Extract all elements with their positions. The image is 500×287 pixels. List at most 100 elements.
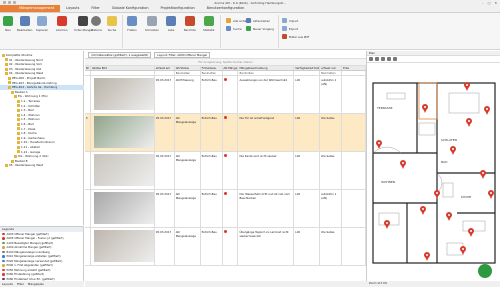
bottom-tab-defect-plan[interactable]: Mängelplan	[28, 282, 44, 286]
table-row[interactable]: 05.03.2017 AN Mangelanzeige Estrich-Bau Der…	[85, 190, 367, 228]
file-cards-button[interactable]: Aktenkarten	[246, 18, 270, 23]
deadlines-button[interactable]: Fristen	[127, 16, 137, 32]
ribbon-search-button[interactable]: Suche	[226, 26, 242, 31]
navigation-control[interactable]	[478, 264, 492, 278]
letters-button[interactable]: Schreiben	[145, 16, 159, 32]
column-header[interactable]: erfasst von	[320, 66, 343, 70]
export-button[interactable]: Export	[282, 26, 298, 31]
cell-by: autobihin 1 (AN)	[320, 76, 343, 113]
cell-firm: Estrich-Bau	[201, 190, 223, 227]
filter-selector[interactable]: Layout: Filter: A000 Offener Mangel	[154, 51, 211, 58]
grid-toolbar: (24 Datensätze (gefiltert); 1 ausgewählt…	[85, 51, 366, 59]
delete-button[interactable]: Löschen	[56, 16, 67, 32]
folder-icon	[8, 85, 11, 89]
folder-icon	[8, 81, 11, 85]
copy-button[interactable]: Kopieren	[36, 16, 48, 32]
status-dot-icon	[223, 116, 227, 119]
floor-plan-drawing: TERRASSE SCHLAFEN BAD WOHNEN KÜCHE	[367, 63, 500, 281]
cell-status: AN Mangelanzeige	[175, 114, 201, 151]
cell-status: AN Mangelanzeige	[175, 228, 201, 265]
column-filter[interactable]: Beinhalten	[320, 71, 343, 75]
status-dot-icon	[2, 255, 5, 258]
cell-firm: Estrich-Bau	[201, 152, 223, 189]
bottom-tab-filter[interactable]: Filter	[17, 282, 24, 286]
defect-photo[interactable]	[93, 78, 154, 110]
table-row[interactable]: 05.03.2017 AN Mangelanzeige Estrich-Bau Übe…	[85, 228, 367, 266]
pan-icon[interactable]	[381, 57, 385, 61]
column-filter[interactable]	[342, 71, 367, 75]
plus-icon	[3, 16, 13, 26]
file-tab[interactable]	[0, 5, 14, 12]
folder-icon	[8, 76, 11, 80]
tree-item[interactable]: 05 - Niederlassung West	[0, 163, 84, 168]
column-filter[interactable]: Beinhalten	[175, 71, 201, 75]
column-header[interactable]: AN Status	[175, 66, 201, 70]
tab-layouts[interactable]: Layouts	[60, 5, 85, 12]
cell-avail: L00	[294, 114, 321, 151]
column-filter[interactable]	[294, 71, 321, 75]
statistics-button[interactable]: Statistik	[203, 16, 214, 32]
bottom-tab-layouts[interactable]: Layouts	[2, 282, 13, 286]
sub-defect-icon	[78, 16, 89, 26]
tree-item-label: 05 - Niederlassung West	[9, 163, 44, 168]
cell-firm: Estrich-Bau	[201, 228, 223, 265]
process-icon	[246, 26, 251, 31]
legend-list: A000 Offener Mangel (gefiltert) A005 Offe…	[0, 232, 83, 282]
status-dot-icon	[2, 273, 5, 276]
import-button[interactable]: Import	[282, 18, 298, 23]
status-dot-icon	[223, 192, 227, 195]
print-icon[interactable]	[393, 57, 397, 61]
tab-benutzerkonfiguration[interactable]: Benutzerkonfiguration	[201, 5, 251, 12]
table-row[interactable]: 05.03.2017 AN Mangelanzeige Estrich-Bau Die…	[85, 152, 367, 190]
column-filter[interactable]	[155, 71, 175, 75]
zoom-in-icon[interactable]	[369, 57, 373, 61]
table-row[interactable]: 05.03.2017 AN Erfassung Estrich-Bau Aussetz…	[85, 76, 367, 114]
photo-cell	[91, 152, 155, 189]
record-count: (24 Datensätze (gefiltert); 1 ausgewählt…	[88, 51, 152, 58]
column-header[interactable]: letztes Bild	[91, 66, 155, 70]
cell-desc: Der Wasserhahn tritt und ist nah vom Bes…	[238, 190, 295, 227]
plan-panel: Plan TERRASSE SCHLAFEN BAD WOHNEN KÜCHE …	[367, 51, 500, 287]
column-filter[interactable]	[91, 71, 155, 75]
sub-defect-button[interactable]: Unter-Mangel	[74, 16, 93, 32]
column-header[interactable]: AN Mängel	[223, 66, 239, 70]
column-header[interactable]: Mängelbeschreibung	[238, 66, 295, 70]
defect-photo[interactable]	[93, 230, 154, 262]
fit-icon[interactable]	[387, 57, 391, 61]
column-filter[interactable]: Beinhalten	[238, 71, 295, 75]
cell-avail: L00	[294, 152, 321, 189]
cell-desc: Aussetzungen an der Wärmeschutz	[238, 76, 295, 113]
separator	[122, 15, 123, 48]
edit-button[interactable]: Bearbeiten	[17, 16, 32, 32]
column-header[interactable]: erfasst am	[155, 66, 175, 70]
tab-globale-konfiguration[interactable]: Globale Konfiguration	[106, 5, 155, 12]
tab-projektkonfiguration[interactable]: Projektkonfiguration	[155, 5, 201, 12]
table-row[interactable]: 5 05.03.2017 AN Mangelanzeige Estrich-Bau Di…	[85, 114, 367, 152]
attachment-icon	[226, 18, 231, 23]
new-process-button[interactable]: Neuer Vorgang	[246, 26, 274, 31]
tab-filter[interactable]: Filter	[85, 5, 105, 12]
defect-photo[interactable]	[93, 116, 154, 148]
column-header[interactable]: Firma/Gew.	[201, 66, 223, 70]
column-header[interactable]: Verfügbarkeit Daten	[294, 66, 321, 70]
folder-icon	[17, 99, 20, 103]
images-from-pdf-button[interactable]: Bilder aus PDF	[282, 34, 309, 39]
defect-photo[interactable]	[93, 192, 154, 224]
cell-date: 05.03.2017	[155, 152, 175, 189]
group-by-area[interactable]: Für Gruppierung, Spalte hierher ziehen	[85, 59, 366, 66]
cell-desc: Die Tür ist unbefriedigend	[238, 114, 295, 151]
status-dot-icon	[2, 237, 5, 240]
new-button[interactable]: Neu	[3, 16, 13, 32]
reports-button[interactable]: Berichte	[184, 16, 196, 32]
folder-icon	[17, 122, 20, 126]
column-filter[interactable]	[223, 71, 239, 75]
column-filter[interactable]: Beinhalten	[201, 71, 223, 75]
history-button[interactable]: Historie	[91, 16, 102, 32]
defect-photo[interactable]	[93, 154, 154, 186]
column-header[interactable]: Ente	[342, 66, 367, 70]
zoom-out-icon[interactable]	[375, 57, 379, 61]
tab-maengelmanagement[interactable]: Mängelmanagement	[13, 5, 61, 12]
search-button[interactable]: Suche	[107, 16, 117, 32]
floor-plan[interactable]: TERRASSE SCHLAFEN BAD WOHNEN KÜCHE	[367, 63, 500, 281]
list-button[interactable]: Liste	[166, 16, 176, 32]
